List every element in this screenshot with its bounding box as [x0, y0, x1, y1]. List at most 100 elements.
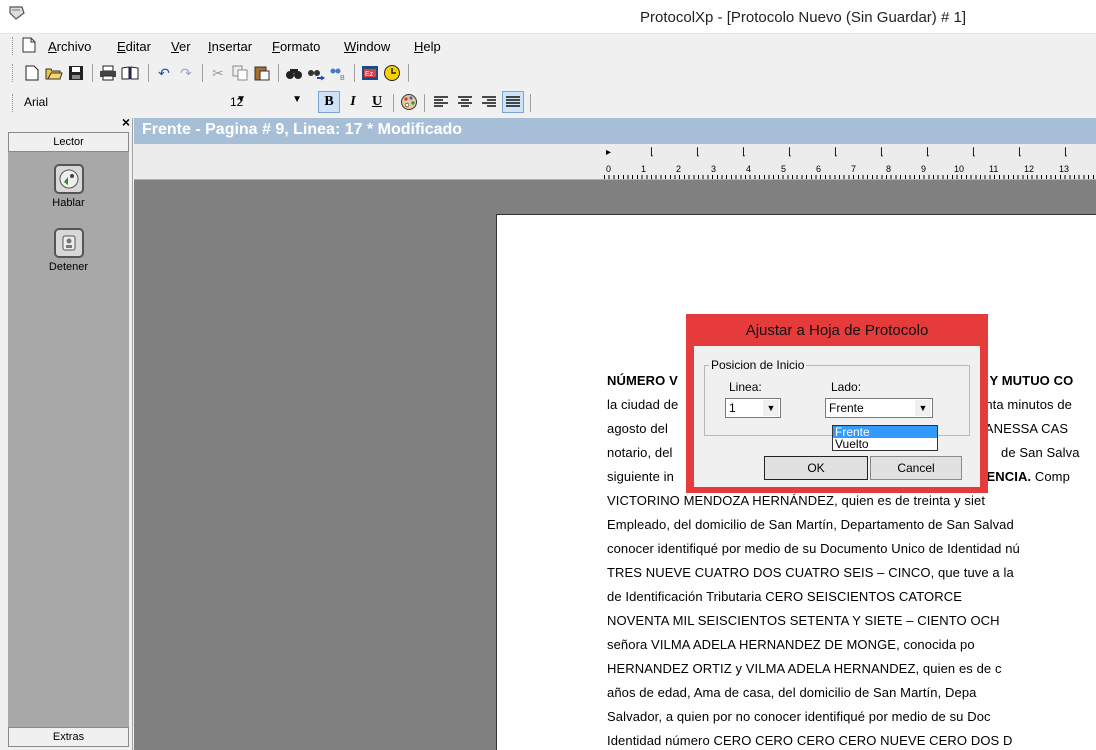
- align-justify-icon[interactable]: [502, 91, 524, 113]
- doc-line: Salvador, a quien por no conocer identif…: [607, 709, 991, 724]
- tab-extras[interactable]: Extras: [8, 727, 129, 747]
- dialog-body: Posicion de Inicio Linea: 1 ▼ Lado: Fren…: [694, 346, 980, 487]
- doc-fragment: CENCIA. Comp: [977, 469, 1070, 484]
- tab-stop-marker[interactable]: ⌊: [742, 147, 746, 158]
- ruler-number: 2: [676, 164, 682, 174]
- chevron-down-icon[interactable]: ▼: [292, 94, 302, 105]
- lado-option-vuelto[interactable]: Vuelto: [833, 438, 937, 450]
- ruler-number: 1: [641, 164, 647, 174]
- doc-line: agosto del: [607, 421, 668, 436]
- chevron-down-icon[interactable]: ▼: [763, 400, 779, 416]
- linea-value: 1: [729, 401, 736, 415]
- menu-help[interactable]: Help: [414, 39, 441, 54]
- cancel-button[interactable]: Cancel: [870, 456, 962, 480]
- lector-panel: × Lector Hablar Detener Extras: [0, 114, 133, 750]
- new-icon[interactable]: [22, 63, 42, 83]
- tab-stop-marker[interactable]: ⌊: [972, 147, 976, 158]
- preview-icon[interactable]: [120, 63, 140, 83]
- align-left-icon[interactable]: [430, 91, 452, 113]
- replace-icon[interactable]: B: [328, 63, 348, 83]
- paste-icon[interactable]: [252, 63, 272, 83]
- ruler-number: 6: [816, 164, 822, 174]
- menu-archivo[interactable]: Archivo: [48, 39, 91, 54]
- doc-line: HERNANDEZ ORTIZ y VILMA ADELA HERNANDEZ,…: [607, 661, 1002, 676]
- align-center-icon[interactable]: [454, 91, 476, 113]
- undo-icon[interactable]: ↶: [154, 63, 174, 83]
- linea-label: Linea:: [729, 380, 762, 394]
- tab-stop-marker[interactable]: ⌊: [880, 147, 884, 158]
- doc-line: Identidad número CERO CERO CERO CERO NUE…: [607, 733, 1013, 748]
- cut-icon[interactable]: ✂: [208, 63, 228, 83]
- formatbar-grip[interactable]: [12, 94, 15, 112]
- doc-line: señora VILMA ADELA HERNANDEZ DE MONGE, c…: [607, 637, 975, 652]
- ok-button[interactable]: OK: [764, 456, 868, 480]
- open-icon[interactable]: [44, 63, 64, 83]
- insert-icon[interactable]: Ez: [360, 63, 380, 83]
- doc-fragment: A Y MUTUO CO: [977, 373, 1074, 388]
- menu-window[interactable]: Window: [344, 39, 390, 54]
- group-legend: Posicion de Inicio: [709, 358, 807, 372]
- horizontal-ruler[interactable]: 0 1 2 3 4 5 6 7 8 9 10 11 12 13: [134, 163, 1096, 180]
- tab-stop-marker[interactable]: ⌊: [1018, 147, 1022, 158]
- svg-text:B: B: [340, 75, 345, 81]
- tab-stops-ruler[interactable]: ▸ ⌊ ⌊ ⌊ ⌊ ⌊ ⌊ ⌊ ⌊ ⌊ ⌊: [134, 144, 1096, 163]
- doc-line: Empleado, del domicilio de San Martín, D…: [607, 517, 1014, 532]
- ruler-ticks: [604, 175, 1096, 179]
- tab-stop-marker[interactable]: ⌊: [1064, 147, 1068, 158]
- app-icon[interactable]: [8, 4, 26, 22]
- tab-stop-marker[interactable]: ⌊: [650, 147, 654, 158]
- hablar-button[interactable]: Hablar: [8, 164, 129, 209]
- print-icon[interactable]: [98, 63, 118, 83]
- font-family-value: Arial: [24, 95, 49, 109]
- ruler-number: 10: [954, 164, 965, 174]
- menu-formato[interactable]: Formato: [272, 39, 320, 54]
- menu-editar[interactable]: Editar: [117, 39, 151, 54]
- tab-stop-marker[interactable]: ⌊: [926, 147, 930, 158]
- font-size-combo[interactable]: 12 ▼: [226, 92, 304, 112]
- menu-grip[interactable]: [12, 37, 15, 55]
- align-right-icon[interactable]: [478, 91, 500, 113]
- format-toolbar: Arial ▼ 12 ▼ B I U: [0, 88, 1096, 118]
- tab-stop-marker[interactable]: ⌊: [788, 147, 792, 158]
- toolbar-separator: [92, 64, 93, 82]
- menu-insertar[interactable]: Insertar: [208, 39, 252, 54]
- lado-label: Lado:: [831, 380, 862, 394]
- speaker-icon: [53, 164, 84, 194]
- ruler-number: 7: [851, 164, 857, 174]
- tab-stop-marker[interactable]: ⌊: [834, 147, 838, 158]
- find-next-icon[interactable]: [306, 63, 326, 83]
- lado-select[interactable]: Frente ▼: [825, 398, 933, 418]
- bold-button[interactable]: B: [318, 91, 340, 113]
- ruler-number: 3: [711, 164, 717, 174]
- find-icon[interactable]: [284, 63, 304, 83]
- redo-icon[interactable]: ↷: [176, 63, 196, 83]
- copy-icon[interactable]: [230, 63, 250, 83]
- italic-button[interactable]: I: [342, 91, 364, 113]
- doc-fragment: VANESSA CAS: [977, 421, 1069, 436]
- toolbar-grip[interactable]: [12, 64, 15, 82]
- font-family-combo[interactable]: Arial ▼: [20, 92, 248, 112]
- document-icon[interactable]: [22, 37, 36, 53]
- doc-fragment: enta minutos de: [978, 397, 1073, 412]
- save-icon[interactable]: [66, 63, 86, 83]
- ruler-number: 8: [886, 164, 892, 174]
- toolbar-separator: [202, 64, 203, 82]
- clock-icon[interactable]: [382, 63, 402, 83]
- doc-line: conocer identifiqué por medio de su Docu…: [607, 541, 1020, 556]
- first-indent-marker[interactable]: ▸: [606, 147, 611, 158]
- color-palette-icon[interactable]: [398, 91, 420, 113]
- hablar-label: Hablar: [52, 197, 85, 209]
- tab-lector[interactable]: Lector: [8, 132, 129, 152]
- close-icon[interactable]: ×: [122, 114, 130, 130]
- tab-stop-marker[interactable]: ⌊: [696, 147, 700, 158]
- font-size-value: 12: [230, 95, 244, 109]
- linea-select[interactable]: 1 ▼: [725, 398, 781, 418]
- svg-text:Ez: Ez: [365, 71, 374, 78]
- menu-ver[interactable]: Ver: [171, 39, 191, 54]
- chevron-down-icon[interactable]: ▼: [915, 400, 931, 416]
- ruler-number: 11: [989, 164, 999, 174]
- ruler-number: 13: [1059, 164, 1070, 174]
- detener-button[interactable]: Detener: [8, 228, 129, 273]
- underline-button[interactable]: U: [366, 91, 388, 113]
- stop-speaker-icon: [53, 228, 84, 258]
